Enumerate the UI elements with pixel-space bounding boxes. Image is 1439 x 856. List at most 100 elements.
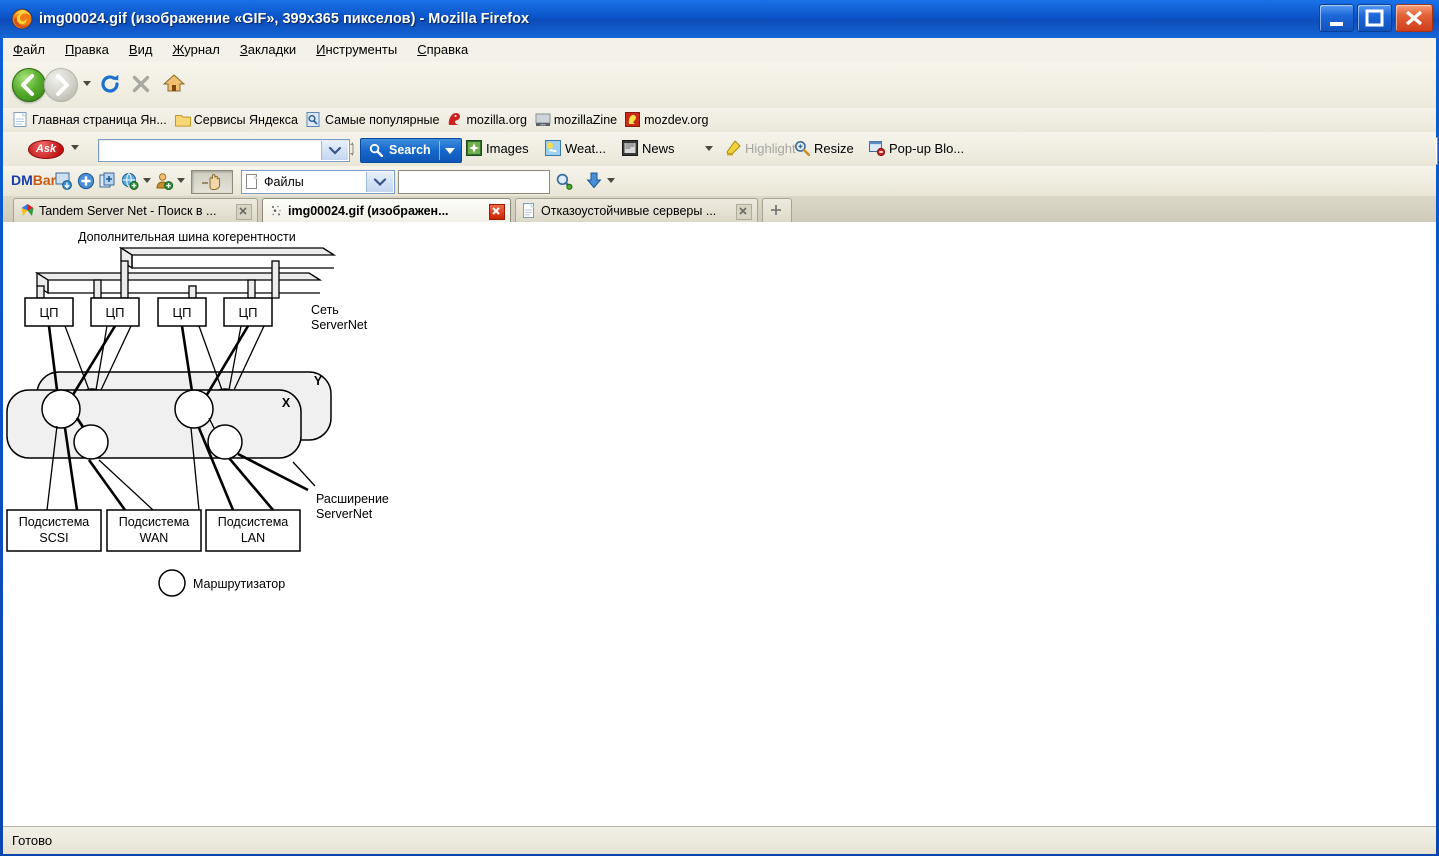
menu-item-help[interactable]: Справка bbox=[407, 38, 478, 62]
dm-site-icon[interactable] bbox=[121, 172, 139, 190]
content-area: Дополнительная шина когерентности ЦП ЦП … bbox=[3, 222, 1436, 826]
ask-item-popup-blocker[interactable]: Pop-up Blo... bbox=[869, 132, 964, 166]
ask-input-dropdown[interactable] bbox=[321, 141, 348, 160]
legend-router: Маршрутизатор bbox=[158, 569, 285, 597]
ask-search-button-label: Search bbox=[389, 143, 431, 157]
cpu-label: ЦП bbox=[239, 305, 258, 320]
menu-accel-history: Ж bbox=[172, 42, 185, 57]
magnifier-green-icon[interactable] bbox=[555, 172, 573, 190]
ask-item-label: Images bbox=[486, 141, 529, 156]
ask-item-images[interactable]: Images bbox=[466, 132, 529, 166]
home-button[interactable] bbox=[162, 73, 186, 96]
bookmark-most-popular[interactable]: Самые популярные bbox=[304, 108, 445, 132]
chevron-down-icon bbox=[83, 81, 91, 86]
dm-site-caret-icon[interactable] bbox=[143, 178, 152, 185]
menu-item-file[interactable]: Файл bbox=[3, 38, 55, 62]
new-tab-button[interactable] bbox=[762, 198, 792, 223]
close-icon bbox=[492, 207, 500, 215]
back-button[interactable] bbox=[12, 68, 46, 102]
divider bbox=[439, 141, 440, 160]
subsystem-wan: Подсистема WAN bbox=[106, 509, 202, 552]
bookmark-yandex-services[interactable]: Сервисы Яндекса bbox=[173, 108, 304, 132]
tab-close-button[interactable] bbox=[736, 204, 752, 220]
forward-arrow-icon bbox=[56, 74, 69, 96]
tab-close-button[interactable] bbox=[489, 204, 505, 220]
menu-item-edit[interactable]: Правка bbox=[55, 38, 119, 62]
mozilla-dino-icon bbox=[447, 111, 463, 126]
router-x-expansion-2 bbox=[207, 424, 243, 460]
dm-filter-input[interactable] bbox=[398, 170, 550, 194]
tab-img00024-gif[interactable]: img00024.gif (изображен... bbox=[262, 198, 511, 222]
dm-category-dropdown[interactable] bbox=[366, 172, 393, 192]
menu-item-tools[interactable]: Инструменты bbox=[306, 38, 407, 62]
download-arrow-icon[interactable] bbox=[585, 172, 603, 190]
bookmark-mozdev-org[interactable]: mozdev.org bbox=[623, 108, 714, 132]
ask-search-input[interactable] bbox=[98, 139, 350, 162]
ask-item-news[interactable]: News bbox=[622, 132, 675, 166]
dmbar-logo: DMBar bbox=[11, 172, 56, 188]
ask-news-dropdown[interactable] bbox=[705, 146, 713, 151]
ask-logo-dropdown[interactable] bbox=[71, 145, 79, 150]
ask-logo[interactable]: Ask bbox=[28, 140, 64, 159]
mozillazine-icon: zine bbox=[535, 111, 551, 127]
subsystem-label-line1: Подсистема bbox=[19, 515, 90, 529]
menu-label-view: ид bbox=[137, 42, 153, 57]
legend-label: Маршрутизатор bbox=[193, 577, 285, 591]
reload-button[interactable] bbox=[98, 72, 122, 99]
bookmark-label: mozdev.org bbox=[644, 113, 709, 127]
status-bar: Готово bbox=[3, 826, 1436, 854]
menu-accel-tools: И bbox=[316, 42, 326, 57]
menu-label-history: урнал bbox=[184, 42, 220, 57]
firefox-icon bbox=[11, 8, 33, 30]
chevron-down-icon[interactable] bbox=[445, 148, 455, 154]
window-title: img00024.gif (изображение «GIF», 399x365… bbox=[39, 11, 530, 27]
menu-item-bookmarks[interactable]: Закладки bbox=[230, 38, 306, 62]
ask-toolbar: Ask Search Images Weat... News Highlight… bbox=[3, 132, 1436, 167]
history-dropdown-button[interactable] bbox=[83, 81, 91, 86]
dm-add-all-icon[interactable] bbox=[99, 172, 117, 190]
minimize-button[interactable] bbox=[1319, 4, 1354, 32]
ask-search-button[interactable]: Search bbox=[360, 138, 462, 163]
maximize-button[interactable] bbox=[1357, 4, 1392, 32]
tab-close-button[interactable] bbox=[236, 204, 252, 220]
router-x-1 bbox=[41, 389, 81, 429]
stop-button[interactable] bbox=[131, 74, 151, 97]
ask-item-label: Highlight bbox=[745, 141, 796, 156]
chevron-down-icon bbox=[328, 146, 342, 155]
menu-item-history[interactable]: Журнал bbox=[162, 38, 229, 62]
bookmark-label: Главная страница Ян... bbox=[32, 113, 167, 127]
chevron-down-icon bbox=[705, 146, 713, 151]
tab-tandem-server-net[interactable]: Tandem Server Net - Поиск в ... bbox=[13, 198, 258, 222]
bookmarks-toolbar: Главная страница Ян... Сервисы Яндекса С… bbox=[3, 108, 1436, 133]
download-caret-icon[interactable] bbox=[607, 178, 616, 185]
cpu-node-4: ЦП bbox=[223, 297, 273, 327]
smart-bookmark-icon bbox=[306, 111, 322, 127]
router-x-2 bbox=[174, 389, 214, 429]
dm-category-select[interactable]: Файлы bbox=[241, 170, 395, 194]
bookmark-mozillazine[interactable]: zine mozillaZine bbox=[533, 108, 623, 132]
cpu-label: ЦП bbox=[173, 305, 192, 320]
ask-item-weather[interactable]: Weat... bbox=[545, 132, 606, 166]
dm-add-icon[interactable] bbox=[77, 172, 95, 190]
mozdev-icon bbox=[625, 111, 641, 127]
plane-x-label: X bbox=[282, 396, 291, 410]
plane-y-label: Y bbox=[314, 374, 323, 388]
subsystem-label-line1: Подсистема bbox=[119, 515, 190, 529]
dm-capture-icon[interactable] bbox=[55, 172, 73, 190]
bookmark-mozilla-org[interactable]: mozilla.org bbox=[445, 108, 532, 132]
popup-blocker-icon bbox=[869, 135, 886, 157]
browser-window: img00024.gif (изображение «GIF», 399x365… bbox=[0, 0, 1439, 856]
tab-fault-tolerant-servers[interactable]: Отказоустойчивые серверы ... bbox=[515, 198, 758, 222]
close-button[interactable] bbox=[1395, 4, 1433, 32]
ask-item-resize[interactable]: Resize bbox=[794, 132, 854, 166]
dm-drop-target[interactable] bbox=[191, 170, 233, 194]
ask-item-highlight[interactable]: Highlight bbox=[725, 132, 796, 166]
menu-item-view[interactable]: Вид bbox=[119, 38, 163, 62]
chevron-down-icon bbox=[177, 178, 185, 183]
window-controls bbox=[1316, 4, 1433, 34]
bookmark-yandex-home[interactable]: Главная страница Ян... bbox=[11, 108, 173, 132]
dm-user-icon[interactable] bbox=[155, 172, 173, 190]
dm-user-caret-icon[interactable] bbox=[177, 178, 186, 185]
bookmark-label: mozillaZine bbox=[553, 113, 618, 127]
forward-button[interactable] bbox=[44, 68, 78, 102]
